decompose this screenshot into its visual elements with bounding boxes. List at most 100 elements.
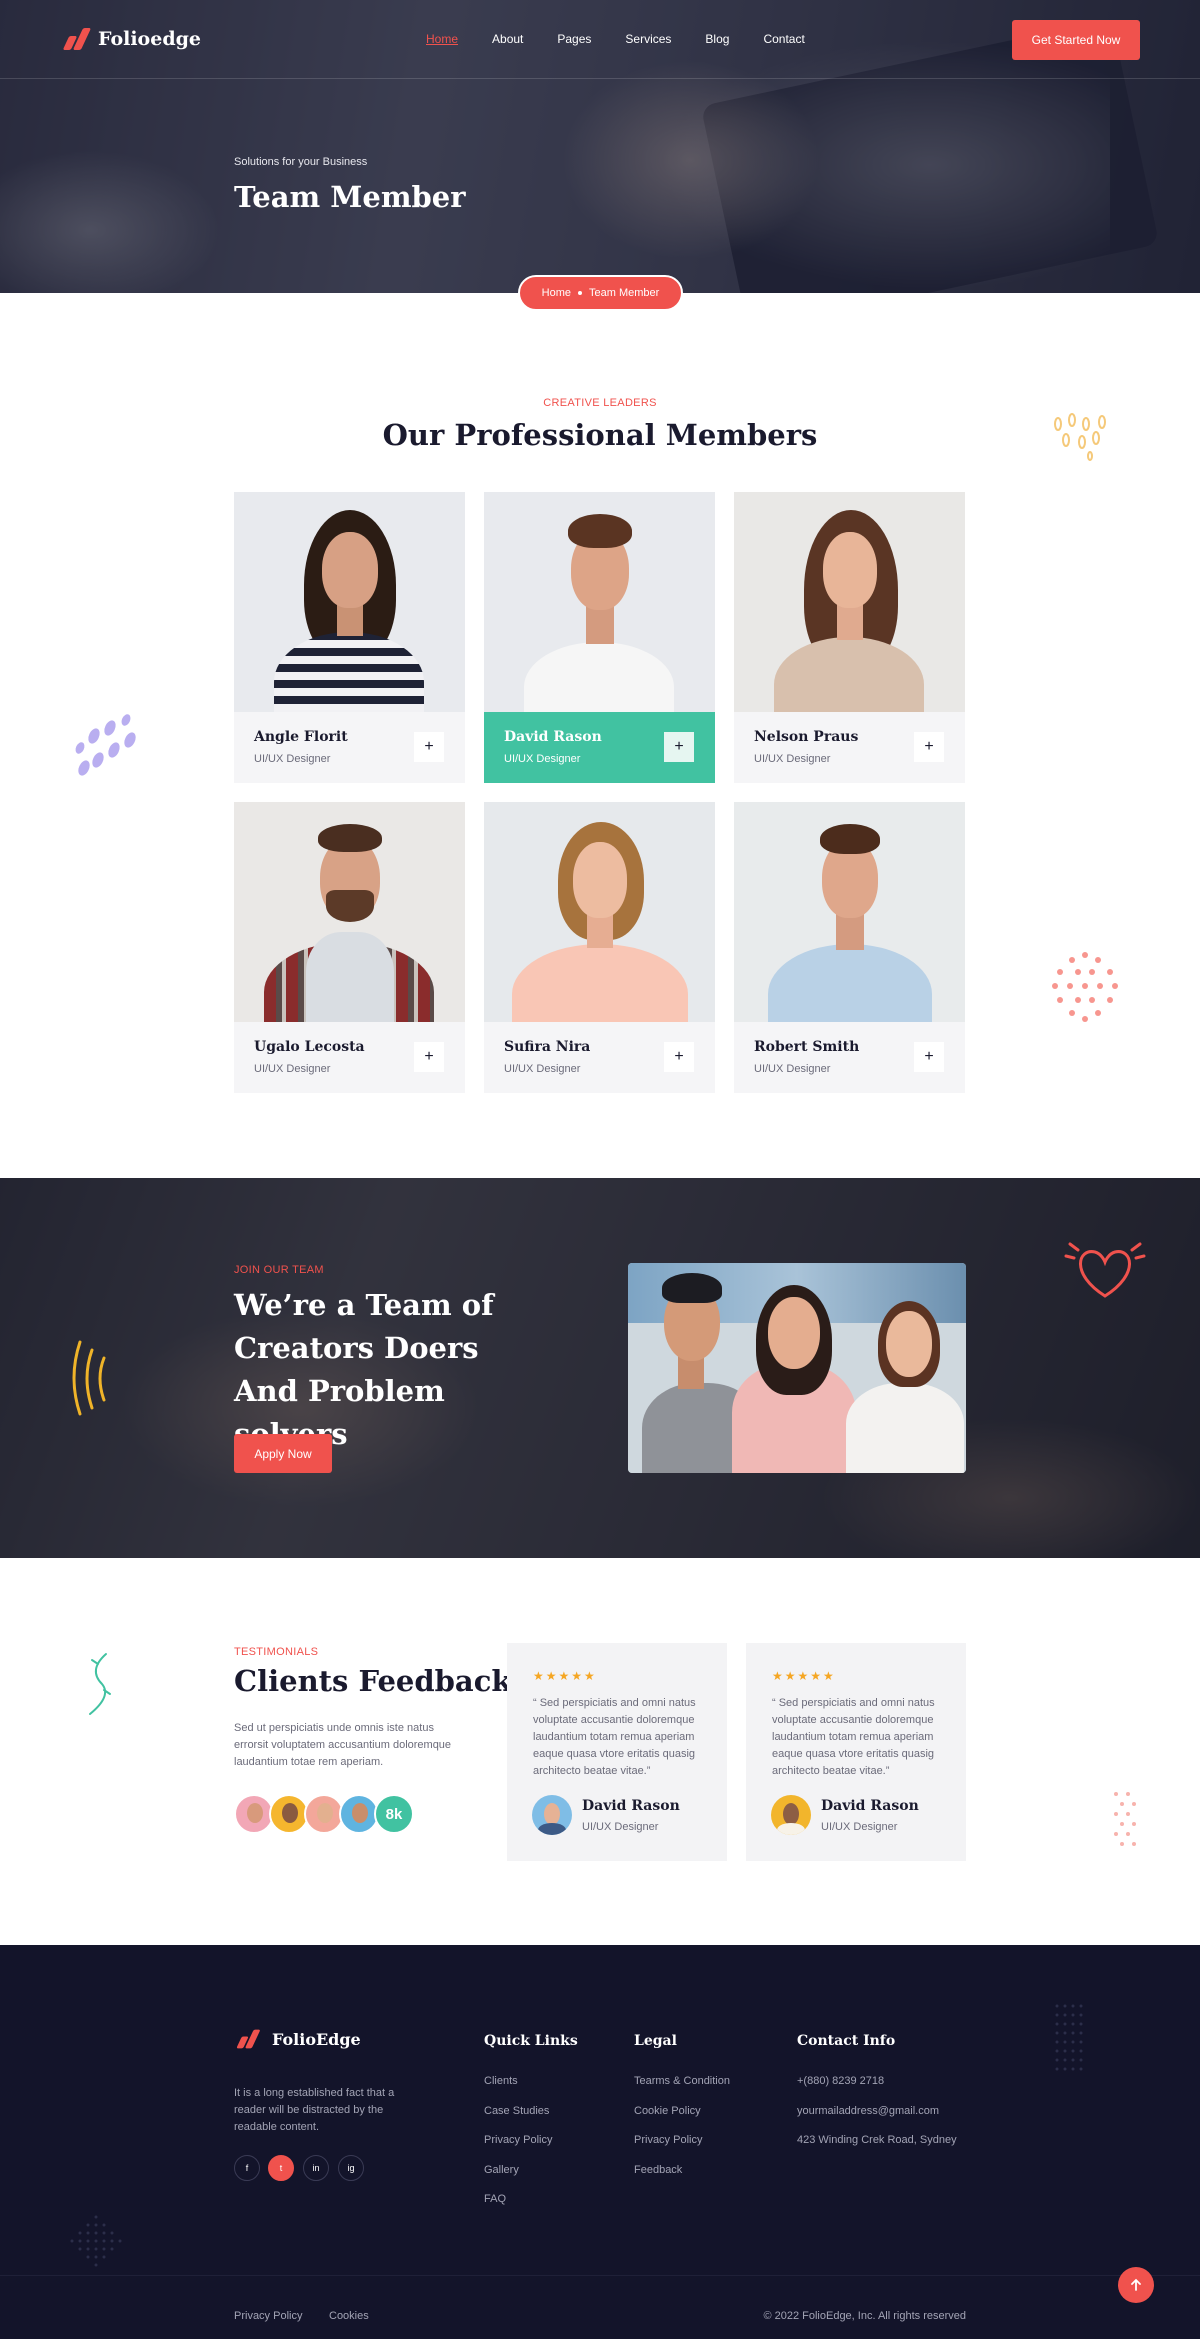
footer-link-legal-privacy[interactable]: Privacy Policy bbox=[634, 2134, 702, 2146]
member-name: Ugalo Lecosta bbox=[254, 1039, 365, 1055]
team-card[interactable]: Sufira Nira UI/UX Designer + bbox=[484, 802, 715, 1093]
breadcrumb: Home Team Member bbox=[518, 275, 683, 311]
main-nav: Home About Pages Services Blog Contact bbox=[426, 32, 839, 46]
footer-link-gallery[interactable]: Gallery bbox=[484, 2164, 519, 2176]
team-title: Our Professional Members bbox=[382, 418, 818, 452]
rating-stars-icon: ★★★★★ bbox=[772, 1669, 836, 1683]
nav-services[interactable]: Services bbox=[625, 32, 671, 46]
footer-divider bbox=[0, 2275, 1200, 2276]
avatar bbox=[771, 1795, 811, 1835]
member-name: David Rason bbox=[504, 729, 602, 745]
hero-subtitle: Solutions for your Business bbox=[234, 156, 368, 168]
footer-logo[interactable]: FolioEdge bbox=[234, 2028, 361, 2050]
legal-heading: Legal bbox=[634, 2033, 677, 2049]
team-card[interactable]: Robert Smith UI/UX Designer + bbox=[734, 802, 965, 1093]
site-logo[interactable]: Folioedge bbox=[60, 28, 201, 50]
footer-link-clients[interactable]: Clients bbox=[484, 2075, 518, 2087]
testimonial-name: David Rason bbox=[582, 1798, 680, 1814]
get-started-button[interactable]: Get Started Now bbox=[1012, 20, 1140, 60]
testimonial-card: ★★★★★ “ Sed perspiciatis and omni natus … bbox=[746, 1643, 966, 1861]
site-footer: FolioEdge It is a long established fact … bbox=[0, 1945, 1200, 2339]
avatar bbox=[339, 1794, 379, 1834]
contact-address: 423 Winding Crek Road, Sydney bbox=[797, 2134, 957, 2146]
footer-link-terms[interactable]: Tearms & Condition bbox=[634, 2075, 730, 2087]
logo-mark-icon bbox=[234, 2029, 261, 2049]
join-eyebrow: JOIN OUR TEAM bbox=[234, 1264, 324, 1276]
member-photo bbox=[734, 492, 965, 712]
nav-blog[interactable]: Blog bbox=[705, 32, 729, 46]
yellow-arcs-decoration bbox=[72, 1340, 106, 1416]
footer-link-case-studies[interactable]: Case Studies bbox=[484, 2105, 549, 2117]
expand-plus-button[interactable]: + bbox=[664, 1042, 694, 1072]
apply-now-button[interactable]: Apply Now bbox=[234, 1434, 332, 1473]
member-photo bbox=[234, 492, 465, 712]
member-photo bbox=[234, 802, 465, 1022]
team-card[interactable]: Nelson Praus UI/UX Designer + bbox=[734, 492, 965, 783]
logo-text: Folioedge bbox=[98, 28, 201, 50]
testimonial-card: ★★★★★ “ Sed perspiciatis and omni natus … bbox=[507, 1643, 727, 1861]
avatar bbox=[269, 1794, 309, 1834]
footer-link-feedback[interactable]: Feedback bbox=[634, 2164, 682, 2176]
instagram-icon[interactable]: ig bbox=[338, 2155, 364, 2181]
footer-link-faq[interactable]: FAQ bbox=[484, 2193, 506, 2205]
nav-home[interactable]: Home bbox=[426, 32, 458, 46]
member-role: UI/UX Designer bbox=[754, 753, 831, 765]
header-divider bbox=[0, 78, 1200, 79]
breadcrumb-separator-icon bbox=[578, 291, 583, 295]
expand-plus-button[interactable]: + bbox=[414, 732, 444, 762]
contact-phone[interactable]: +(880) 8239 2718 bbox=[797, 2075, 884, 2087]
bottom-link-cookies[interactable]: Cookies bbox=[329, 2310, 369, 2322]
expand-plus-button[interactable]: + bbox=[414, 1042, 444, 1072]
expand-plus-button[interactable]: + bbox=[664, 732, 694, 762]
arrow-up-icon bbox=[1131, 2278, 1141, 2291]
avatar bbox=[532, 1795, 572, 1835]
member-name: Nelson Praus bbox=[754, 729, 859, 745]
contact-email[interactable]: yourmailaddress@gmail.com bbox=[797, 2105, 939, 2117]
quick-links-heading: Quick Links bbox=[484, 2033, 578, 2049]
footer-link-privacy[interactable]: Privacy Policy bbox=[484, 2134, 552, 2146]
expand-plus-button[interactable]: + bbox=[914, 732, 944, 762]
rating-stars-icon: ★★★★★ bbox=[533, 1669, 597, 1683]
avatar bbox=[304, 1794, 344, 1834]
nav-pages[interactable]: Pages bbox=[557, 32, 591, 46]
footer-link-cookie-policy[interactable]: Cookie Policy bbox=[634, 2105, 701, 2117]
join-title: We’re a Team of Creators Doers And Probl… bbox=[234, 1288, 494, 1451]
nav-about[interactable]: About bbox=[492, 32, 523, 46]
team-card[interactable]: David Rason UI/UX Designer + bbox=[484, 492, 715, 783]
nav-contact[interactable]: Contact bbox=[763, 32, 804, 46]
team-card[interactable]: Ugalo Lecosta UI/UX Designer + bbox=[234, 802, 465, 1093]
member-role: UI/UX Designer bbox=[504, 753, 581, 765]
member-photo bbox=[484, 802, 715, 1022]
client-avatars: 8k bbox=[234, 1794, 414, 1834]
testimonial-name: David Rason bbox=[821, 1798, 919, 1814]
testimonial-quote: “ Sed perspiciatis and omni natus volupt… bbox=[533, 1697, 696, 1777]
member-photo bbox=[484, 492, 715, 712]
facebook-icon[interactable]: f bbox=[234, 2155, 260, 2181]
testimonials-title: Clients Feedback bbox=[234, 1664, 512, 1698]
testimonials-eyebrow: TESTIMONIALS bbox=[234, 1646, 319, 1658]
join-team-section: JOIN OUR TEAM We’re a Team of Creators D… bbox=[0, 1178, 1200, 1558]
avatar bbox=[234, 1794, 274, 1834]
expand-plus-button[interactable]: + bbox=[914, 1042, 944, 1072]
member-role: UI/UX Designer bbox=[254, 1063, 331, 1075]
purple-leaves-decoration bbox=[75, 714, 136, 776]
member-name: Angle Florit bbox=[254, 729, 348, 745]
linkedin-icon[interactable]: in bbox=[303, 2155, 329, 2181]
footer-logo-text: FolioEdge bbox=[272, 2029, 361, 2049]
back-to-top-button[interactable] bbox=[1118, 2267, 1154, 2303]
testimonials-description: Sed ut perspiciatis unde omnis iste natu… bbox=[234, 1722, 452, 1768]
coral-dots-decoration bbox=[1052, 952, 1118, 1022]
member-role: UI/UX Designer bbox=[504, 1063, 581, 1075]
breadcrumb-home[interactable]: Home bbox=[542, 287, 571, 299]
join-overlay bbox=[0, 1178, 1200, 1558]
contact-heading: Contact Info bbox=[797, 2033, 896, 2049]
testimonial-role: UI/UX Designer bbox=[582, 1821, 659, 1833]
logo-mark-icon bbox=[60, 28, 92, 50]
member-role: UI/UX Designer bbox=[754, 1063, 831, 1075]
member-name: Sufira Nira bbox=[504, 1039, 591, 1055]
breadcrumb-current: Team Member bbox=[589, 287, 660, 299]
bottom-link-privacy[interactable]: Privacy Policy bbox=[234, 2310, 302, 2322]
team-card[interactable]: Angle Florit UI/UX Designer + bbox=[234, 492, 465, 783]
twitter-icon[interactable]: t bbox=[268, 2155, 294, 2181]
member-photo bbox=[734, 802, 965, 1022]
